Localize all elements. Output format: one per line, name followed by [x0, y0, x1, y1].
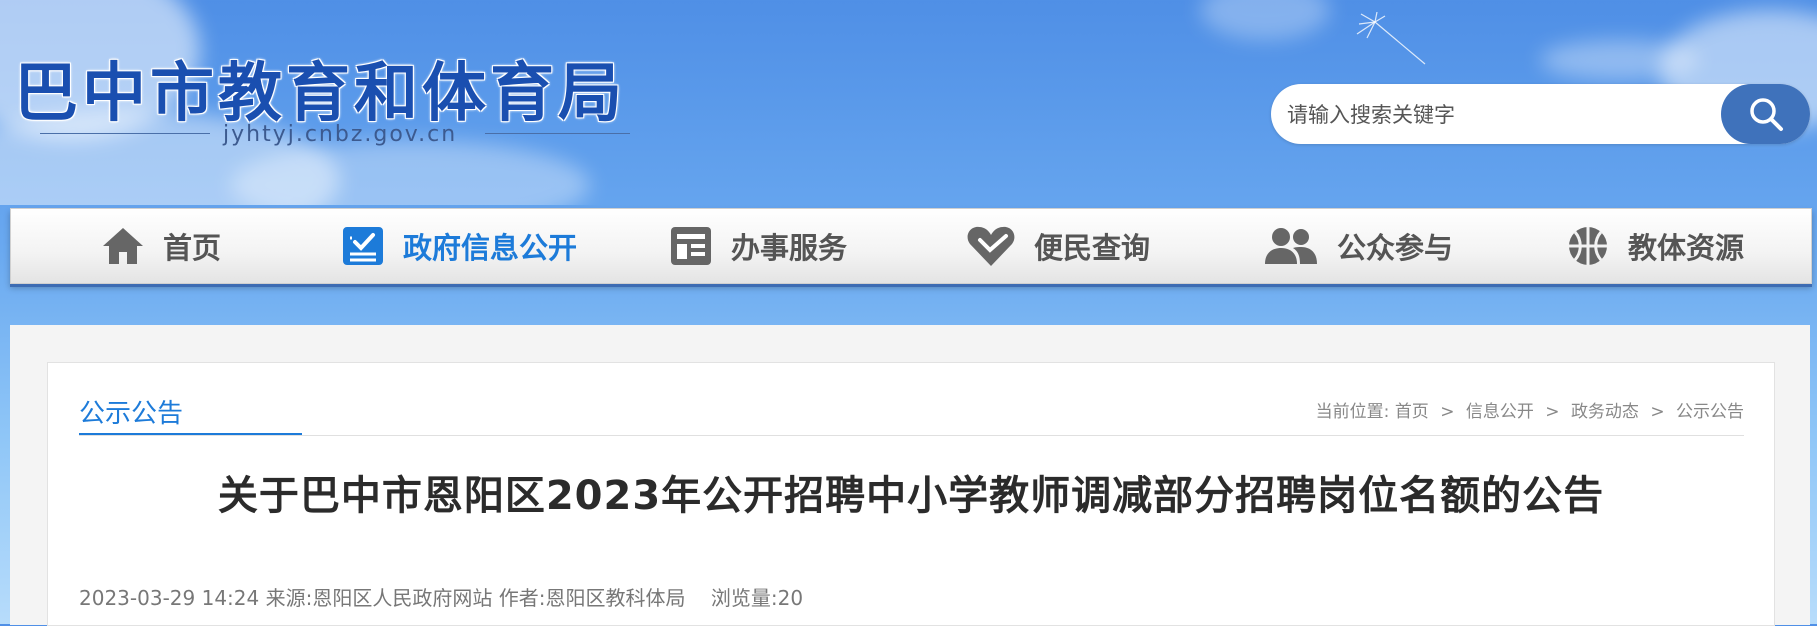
breadcrumb-separator: > — [1545, 402, 1560, 422]
nav-item-services[interactable]: 办事服务 — [669, 209, 847, 283]
site-header: 巴中市教育和体育局 jyhtyj.cnbz.gov.cn — [0, 0, 1817, 205]
breadcrumb-prefix: 当前位置: — [1315, 402, 1390, 422]
breadcrumb-item-info-public[interactable]: 信息公开 — [1466, 402, 1534, 422]
article-source: 恩阳区人民政府网站 — [312, 586, 493, 610]
section-divider — [79, 435, 1744, 436]
cloud-decoration — [1200, 0, 1330, 40]
search-button[interactable] — [1721, 84, 1810, 144]
search-icon — [1749, 98, 1783, 131]
breadcrumb-separator: > — [1440, 402, 1455, 422]
heart-icon — [966, 224, 1016, 268]
nav-item-edu-resources[interactable]: 教体资源 — [1566, 209, 1744, 283]
breadcrumb-separator: > — [1650, 402, 1665, 422]
search-box — [1271, 84, 1810, 144]
checklist-icon — [341, 224, 385, 268]
home-icon — [101, 224, 145, 268]
ball-icon — [1566, 224, 1610, 268]
article-views-label: 浏览量: — [710, 586, 778, 610]
nav-label: 办事服务 — [731, 231, 848, 265]
breadcrumb-item-home[interactable]: 首页 — [1395, 402, 1429, 422]
nav-label: 教体资源 — [1628, 231, 1745, 265]
nav-item-public-query[interactable]: 便民查询 — [966, 209, 1150, 283]
nav-item-home[interactable]: 首页 — [101, 209, 221, 283]
domain-rule-right — [485, 133, 630, 134]
breadcrumb-item-announcements[interactable]: 公示公告 — [1676, 402, 1744, 422]
domain-text: jyhtyj.cnbz.gov.cn — [223, 122, 458, 147]
section-title[interactable]: 公示公告 — [79, 393, 183, 430]
nav-label: 便民查询 — [1034, 231, 1151, 265]
article-author-label: 作者: — [498, 586, 546, 610]
breadcrumb: 当前位置: 首页 > 信息公开 > 政务动态 > 公示公告 — [1316, 397, 1744, 422]
article-meta: 2023-03-29 14:24 来源:恩阳区人民政府网站 作者:恩阳区教科体局… — [79, 582, 803, 611]
main-nav: 首页 政府信息公开 办事服务 便民查询 公众参与 教体资源 — [10, 208, 1812, 284]
section-title-underline — [79, 433, 302, 435]
cloud-decoration — [1540, 40, 1700, 80]
article-card: 公示公告 当前位置: 首页 > 信息公开 > 政务动态 > 公示公告 关于巴中市… — [47, 362, 1775, 626]
site-domain: jyhtyj.cnbz.gov.cn — [40, 122, 630, 147]
nav-label: 政府信息公开 — [403, 231, 578, 265]
article-author: 恩阳区教科体局 — [545, 586, 686, 610]
search-input[interactable] — [1285, 94, 1719, 136]
article-views: 20 — [777, 586, 804, 610]
people-icon — [1263, 224, 1319, 268]
nav-label: 公众参与 — [1337, 231, 1454, 265]
article-title: 关于巴中市恩阳区2023年公开招聘中小学教师调减部分招聘岗位名额的公告 — [217, 473, 1605, 519]
nav-item-gov-info[interactable]: 政府信息公开 — [341, 209, 577, 283]
nav-label: 首页 — [163, 231, 222, 265]
site-title: 巴中市教育和体育局 — [14, 56, 626, 131]
breadcrumb-item-gov-news[interactable]: 政务动态 — [1571, 402, 1639, 422]
nav-item-participation[interactable]: 公众参与 — [1263, 209, 1453, 283]
domain-rule-left — [40, 133, 210, 134]
article-datetime: 2023-03-29 14:24 — [79, 586, 260, 610]
article-source-label: 来源: — [265, 586, 313, 610]
dandelion-decoration — [1356, 12, 1426, 65]
document-icon — [669, 224, 713, 268]
